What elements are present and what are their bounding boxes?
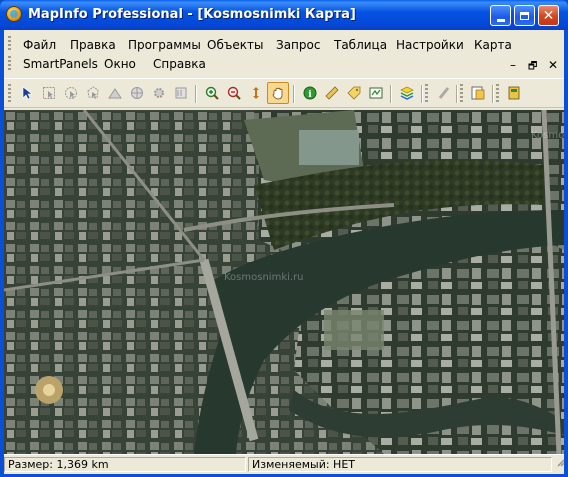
maximize-button[interactable] — [514, 5, 535, 26]
menu-smartpanels[interactable]: SmartPanels — [23, 56, 98, 72]
mdi-minimize-button[interactable]: – — [510, 58, 516, 72]
browser-button[interactable] — [467, 82, 489, 104]
close-button[interactable]: ✕ — [538, 5, 559, 26]
mapinfo-globe-icon[interactable] — [6, 6, 22, 22]
graph-select-icon — [175, 87, 187, 99]
map-canvas[interactable]: Kosmosnimki.ru Kosmo — [4, 110, 564, 454]
status-editable: Изменяемый: НЕТ — [248, 457, 552, 472]
globe-icon — [131, 87, 143, 99]
toolbar-separator — [492, 85, 494, 103]
map-window-button[interactable] — [365, 82, 387, 104]
status-bar: Размер: 1,369 km Изменяемый: НЕТ — [4, 454, 565, 474]
menu-programs[interactable]: Программы — [128, 37, 201, 53]
marquee-select-icon — [43, 87, 55, 99]
menu-bar: Файл Правка Программы Объекты Запрос Таб… — [4, 34, 564, 72]
radius-select-button[interactable] — [60, 82, 82, 104]
info-button[interactable]: i — [299, 82, 321, 104]
toolbar-separator — [456, 85, 458, 103]
map-watermark-2: Kosmo — [531, 130, 564, 141]
boundary-select-icon — [108, 88, 122, 99]
zoom-out-icon — [227, 86, 241, 100]
graph-select-button[interactable] — [170, 82, 192, 104]
ruler-measure-button[interactable] — [432, 82, 454, 104]
select-arrow-icon — [22, 86, 33, 100]
browser-icon — [471, 86, 485, 100]
select-arrow-button[interactable] — [16, 82, 38, 104]
polygon-select-button[interactable] — [82, 82, 104, 104]
satellite-map-image: Kosmosnimki.ru Kosmo — [4, 110, 564, 454]
layers-icon — [400, 86, 414, 100]
zoom-in-button[interactable] — [201, 82, 223, 104]
legend-book-icon — [508, 86, 520, 100]
maximize-icon — [520, 11, 529, 20]
menu-edit[interactable]: Правка — [70, 37, 116, 53]
ruler-icon — [325, 86, 339, 100]
client-area: Файл Правка Программы Объекты Запрос Таб… — [4, 30, 565, 474]
map-watermark: Kosmosnimki.ru — [224, 272, 304, 283]
gear-button[interactable] — [148, 82, 170, 104]
svg-text:i: i — [308, 90, 312, 100]
toolbar-grip-3[interactable] — [460, 84, 463, 102]
menu-objects[interactable]: Объекты — [207, 37, 263, 53]
label-tag-button[interactable] — [343, 82, 365, 104]
gear-icon — [154, 88, 164, 98]
toolbar-grip-4[interactable] — [496, 84, 499, 102]
close-icon: ✕ — [542, 7, 555, 24]
minimize-icon — [496, 18, 505, 22]
title-bar[interactable]: MapInfo Professional - [Kosmosnimki Карт… — [0, 0, 568, 30]
toolbar-separator — [421, 85, 423, 103]
toolbar-grip-2[interactable] — [425, 84, 428, 102]
scroll-arrows-icon — [253, 87, 259, 99]
toolbar-separator — [293, 85, 295, 103]
menu-window[interactable]: Окно — [104, 56, 136, 72]
menu-table[interactable]: Таблица — [334, 37, 387, 53]
measure-icon — [438, 87, 450, 99]
menu-file[interactable]: Файл — [23, 37, 56, 53]
menu-grip-2[interactable] — [8, 56, 11, 70]
toolbar-separator — [390, 85, 392, 103]
hand-pan-button[interactable] — [267, 82, 289, 104]
resize-grip-icon[interactable] — [552, 457, 565, 472]
mdi-close-button[interactable]: ✕ — [548, 58, 558, 72]
toolbar-grip[interactable] — [8, 84, 11, 102]
menu-query[interactable]: Запрос — [276, 37, 320, 53]
map-window-icon — [369, 87, 383, 99]
marquee-select-button[interactable] — [38, 82, 60, 104]
info-icon: i — [303, 86, 317, 100]
boundary-select-button[interactable] — [104, 82, 126, 104]
zoom-in-icon — [205, 86, 219, 100]
radius-select-icon — [65, 87, 77, 99]
label-tag-icon — [347, 86, 361, 100]
menu-map[interactable]: Карта — [474, 37, 512, 53]
menu-options[interactable]: Настройки — [396, 37, 464, 53]
minimize-button[interactable] — [490, 5, 511, 26]
toolbar-separator — [195, 85, 197, 103]
hand-pan-icon — [272, 87, 283, 100]
menu-grip[interactable] — [8, 36, 11, 50]
mdi-restore-button[interactable]: 🗗 — [528, 59, 537, 76]
menu-help[interactable]: Справка — [153, 56, 206, 72]
size-grip-icon — [557, 459, 565, 467]
scroll-button[interactable] — [245, 82, 267, 104]
legend-button[interactable] — [503, 82, 525, 104]
polygon-select-icon — [87, 86, 99, 99]
globe-button[interactable] — [126, 82, 148, 104]
main-toolbar: i — [4, 78, 564, 108]
zoom-out-button[interactable] — [223, 82, 245, 104]
app-window: MapInfo Professional - [Kosmosnimki Карт… — [0, 0, 568, 477]
window-title: MapInfo Professional - [Kosmosnimki Карт… — [28, 7, 356, 22]
layer-control-button[interactable] — [396, 82, 418, 104]
status-size: Размер: 1,369 km — [4, 457, 246, 472]
ruler-button[interactable] — [321, 82, 343, 104]
